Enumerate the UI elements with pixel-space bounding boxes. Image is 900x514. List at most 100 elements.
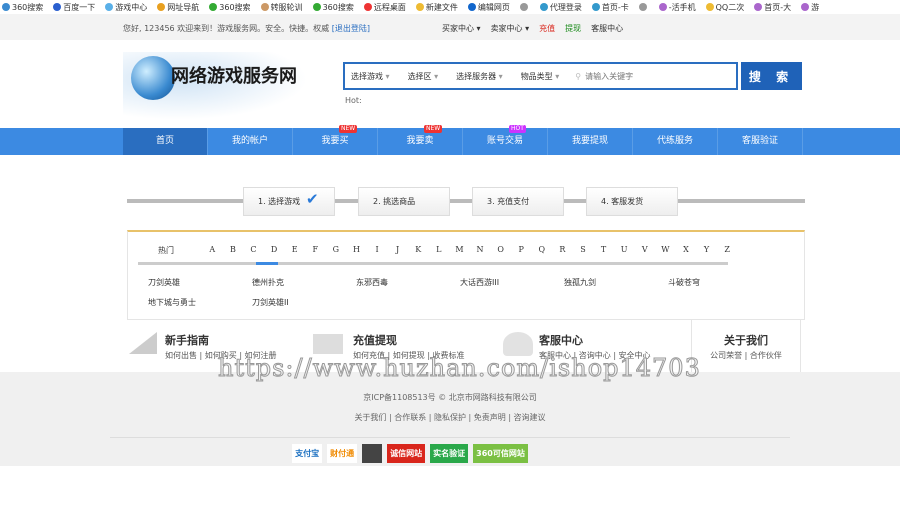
top-menu-item[interactable]: 客服中心	[591, 23, 623, 34]
bookmark-item[interactable]: 新建文件	[415, 2, 458, 13]
letter-Y[interactable]: Y	[696, 245, 717, 256]
letter-T[interactable]: T	[593, 245, 614, 256]
search-select[interactable]: 选择服务器 ▾	[456, 71, 503, 82]
letter-J[interactable]: J	[387, 245, 408, 256]
user-support-icon	[503, 332, 533, 356]
top-menu-item[interactable]: 卖家中心 ▾	[491, 23, 530, 34]
search-select[interactable]: 物品类型 ▾	[521, 71, 560, 82]
nav-label: 我的帐户	[231, 136, 268, 146]
bookmark-label: 游戏中心	[115, 2, 148, 12]
nav-item[interactable]: 我的帐户	[208, 128, 293, 155]
bookmark-item[interactable]: 远程桌面	[363, 2, 406, 13]
letter-I[interactable]: I	[367, 245, 388, 256]
game-link[interactable]: 德州扑克	[252, 277, 356, 288]
bookmark-item[interactable]: 百度一下	[53, 2, 95, 13]
letter-hot[interactable]: 热门	[158, 245, 202, 256]
letter-S[interactable]: S	[573, 245, 594, 256]
letter-B[interactable]: B	[223, 245, 244, 256]
letter-N[interactable]: N	[470, 245, 491, 256]
bookmark-item[interactable]	[638, 2, 649, 12]
bookmark-item[interactable]: -活手机	[658, 2, 696, 13]
top-menu-item[interactable]: 提现	[565, 23, 581, 34]
bookmark-item[interactable]: 游戏中心	[105, 2, 147, 13]
game-link[interactable]: 东邪西毒	[356, 277, 460, 288]
letter-X[interactable]: X	[676, 245, 697, 256]
letter-R[interactable]: R	[552, 245, 573, 256]
letter-C[interactable]: C	[243, 245, 264, 256]
header: 网络游戏服务网 选择游戏 ▾选择区 ▾选择服务器 ▾物品类型 ▾ ⚲ 搜 索 H…	[0, 40, 900, 128]
game-link[interactable]: 刀剑英雄II	[252, 297, 356, 308]
bookmark-item[interactable]: 360搜索	[312, 2, 354, 13]
bookmark-label: 首页-大	[764, 2, 792, 12]
bookmark-label: 转服轮训	[270, 2, 303, 12]
bookmark-icon	[638, 2, 647, 11]
bookmark-item[interactable]: 首页-卡	[591, 2, 629, 13]
search-select[interactable]: 选择游戏 ▾	[351, 71, 390, 82]
top-menu-item[interactable]: 买家中心 ▾	[442, 23, 481, 34]
payment-badge[interactable]: 实名验证	[430, 444, 469, 463]
bookmark-item[interactable]	[519, 2, 530, 12]
step-2: 2. 挑选商品	[358, 187, 450, 216]
bookmark-icon	[591, 2, 600, 11]
bookmark-item[interactable]: 编辑网页	[467, 2, 510, 13]
letter-O[interactable]: O	[490, 245, 511, 256]
step-label: 1. 选择游戏	[258, 197, 301, 206]
letter-F[interactable]: F	[305, 245, 326, 256]
bookmark-item[interactable]: 首页-大	[754, 2, 791, 13]
letter-L[interactable]: L	[429, 245, 450, 256]
logo[interactable]: 网络游戏服务网	[123, 52, 308, 120]
step-3: 3. 充值支付	[472, 187, 564, 216]
payment-badge[interactable]: 诚信网站	[387, 444, 426, 463]
game-link[interactable]: 独孤九剑	[564, 277, 668, 288]
letter-U[interactable]: U	[614, 245, 635, 256]
letter-M[interactable]: M	[449, 245, 470, 256]
logout-link[interactable]: [退出登陆]	[332, 24, 370, 33]
letter-E[interactable]: E	[284, 245, 305, 256]
bookmark-item[interactable]: 360搜索	[2, 2, 43, 13]
payment-badge[interactable]	[362, 444, 383, 463]
bookmark-label: 新建文件	[425, 2, 458, 12]
game-link[interactable]: 刀剑英雄	[148, 277, 252, 288]
nav-item[interactable]: 账号交易 HOT	[463, 125, 548, 155]
bookmark-item[interactable]: 代理登录	[539, 2, 582, 13]
footer-links[interactable]: 关于我们 | 合作联系 | 隐私保护 | 免责声明 | 咨询建议	[0, 412, 900, 423]
letter-A[interactable]: A	[202, 245, 223, 256]
top-menu-item[interactable]: 充值	[539, 23, 555, 34]
nav-label: 我要提现	[571, 136, 608, 146]
step-label: 4. 客服发货	[601, 197, 644, 206]
letter-K[interactable]: K	[408, 245, 429, 256]
game-link[interactable]: 大话西游III	[460, 277, 564, 288]
guide-service: 客服中心 客服中心 | 咨询中心 | 安全中心	[539, 334, 651, 360]
letter-Z[interactable]: Z	[717, 245, 738, 256]
letter-P[interactable]: P	[511, 245, 532, 256]
letter-selected-indicator	[256, 262, 278, 265]
game-link[interactable]: 地下城与勇士	[148, 297, 252, 308]
search-input[interactable]	[585, 71, 696, 81]
bookmark-item[interactable]: 网址导航	[157, 2, 199, 13]
search-select[interactable]: 选择区 ▾	[408, 71, 439, 82]
bookmark-label: 百度一下	[63, 2, 96, 12]
bookmark-item[interactable]: 360搜索	[209, 2, 251, 13]
search-select-label: 物品类型	[520, 71, 553, 81]
bookmark-item[interactable]: QQ二次	[705, 2, 744, 13]
nav-item[interactable]: 客服验证	[718, 128, 803, 155]
nav-item[interactable]: 代练服务	[633, 128, 718, 155]
letter-V[interactable]: V	[634, 245, 655, 256]
bookmark-icon	[105, 2, 114, 11]
bookmark-item[interactable]: 转服轮训	[260, 2, 303, 13]
nav-item[interactable]: 首页	[123, 128, 208, 155]
nav-item[interactable]: 我要提现	[548, 128, 633, 155]
payment-badge[interactable]: 360可信网站	[473, 444, 528, 463]
bookmark-item[interactable]: 游	[801, 2, 819, 13]
letter-G[interactable]: G	[326, 245, 347, 256]
payment-badge[interactable]: 财付通	[327, 444, 358, 463]
nav-item[interactable]: 我要卖 NEW	[378, 125, 463, 155]
letter-W[interactable]: W	[655, 245, 676, 256]
search-button[interactable]: 搜 索	[741, 62, 802, 90]
game-link[interactable]: 斗破苍穹	[668, 277, 772, 288]
letter-D[interactable]: D	[264, 245, 285, 256]
letter-Q[interactable]: Q	[532, 245, 553, 256]
payment-badge[interactable]: 支付宝	[292, 444, 323, 463]
letter-H[interactable]: H	[346, 245, 367, 256]
nav-item[interactable]: 我要买 NEW	[293, 125, 378, 155]
